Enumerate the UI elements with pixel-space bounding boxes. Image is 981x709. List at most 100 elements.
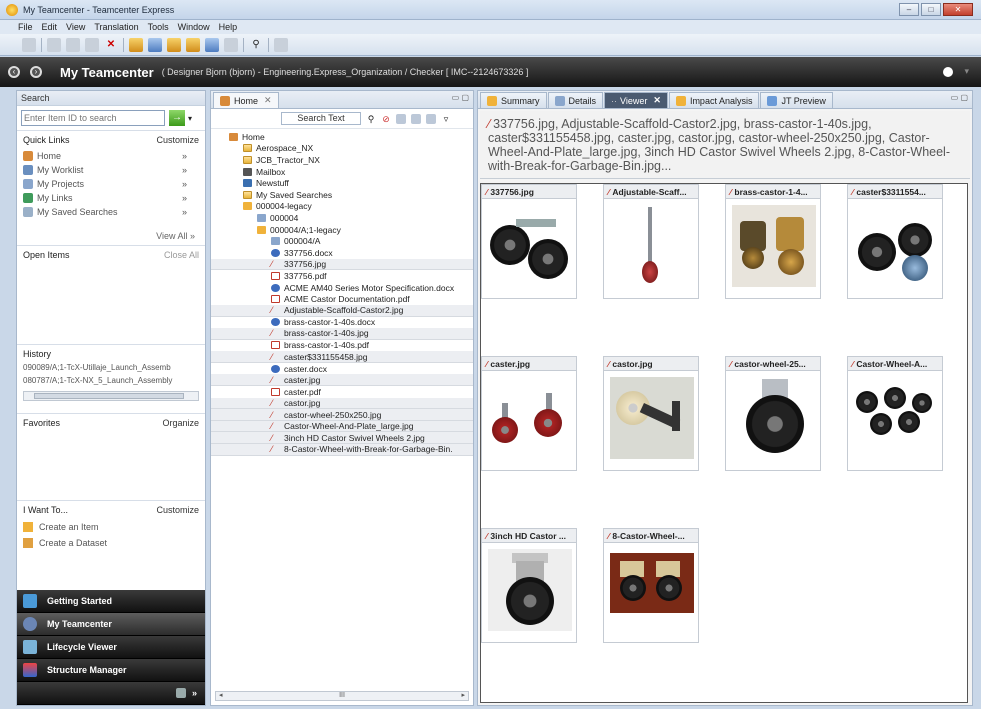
search-icon[interactable]: ⚲: [249, 38, 263, 52]
close-tab-icon[interactable]: ✕: [264, 95, 272, 106]
forward-icon[interactable]: ›: [30, 66, 42, 78]
quick-link-worklist[interactable]: My Worklist »: [17, 163, 205, 177]
expand-all-icon[interactable]: [411, 113, 421, 124]
menu-translation[interactable]: Translation: [94, 20, 138, 34]
tree-node[interactable]: 000004: [211, 212, 473, 224]
tree-node[interactable]: Aerospace_NX: [211, 143, 473, 155]
history-title[interactable]: History: [23, 349, 51, 359]
history-horizontal-scrollbar[interactable]: [23, 391, 199, 401]
new-icon[interactable]: [22, 37, 36, 52]
tab-summary[interactable]: Summary: [480, 92, 547, 108]
quick-links-customize-link[interactable]: Customize: [156, 135, 199, 145]
home-horizontal-scrollbar[interactable]: ◂ III ▸: [215, 691, 469, 701]
tree-node[interactable]: ACME Castor Documentation.pdf: [211, 293, 473, 305]
quick-link-links[interactable]: My Links »: [17, 191, 205, 205]
tree-node[interactable]: Home: [211, 131, 473, 143]
tree-node[interactable]: 000004-legacy: [211, 201, 473, 213]
close-all-link[interactable]: Close All: [164, 250, 199, 260]
tree-node[interactable]: Mailbox: [211, 166, 473, 178]
expand-arrow-icon[interactable]: »: [182, 179, 187, 189]
create-item-action[interactable]: Create an Item: [17, 519, 205, 535]
scrollbar-thumb-grip[interactable]: III: [339, 692, 345, 700]
menu-edit[interactable]: Edit: [42, 20, 58, 34]
tree-node[interactable]: JCB_Tractor_NX: [211, 154, 473, 166]
tree-node[interactable]: 337756.docx: [211, 247, 473, 259]
tree-node[interactable]: ⁄ 8-Castor-Wheel-with-Break-for-Garbage-B…: [211, 444, 473, 456]
tree-node[interactable]: ⁄ castor-wheel-250x250.jpg: [211, 409, 473, 421]
search-go-button[interactable]: →: [169, 110, 185, 126]
scroll-left-arrow-icon[interactable]: ◂: [219, 692, 223, 700]
header-menu-icon[interactable]: ▾: [964, 66, 969, 77]
expand-launcher-icon[interactable]: »: [192, 688, 197, 698]
tree-node[interactable]: My Saved Searches: [211, 189, 473, 201]
tree-node[interactable]: ⁄ caster.jpg: [211, 374, 473, 387]
tree-node[interactable]: brass-castor-1-40s.docx: [211, 317, 473, 329]
menu-file[interactable]: File: [18, 20, 33, 34]
expand-arrow-icon[interactable]: »: [182, 193, 187, 203]
view-minimize-maximize-icon[interactable]: ▭ ▢: [951, 93, 968, 102]
thumbnail-card[interactable]: ⁄ 8-Castor-Wheel-...: [603, 528, 699, 643]
tab-details[interactable]: Details: [547, 92, 604, 108]
delete-icon[interactable]: ✕: [104, 38, 118, 52]
status-indicator-icon[interactable]: [943, 67, 953, 77]
thumbnail-card[interactable]: ⁄ caster.jpg: [481, 356, 577, 471]
quick-links-title[interactable]: Quick Links: [23, 135, 70, 145]
thumbnail-card[interactable]: ⁄ castor-wheel-25...: [725, 356, 821, 471]
send-to-icon[interactable]: [205, 37, 219, 52]
tree-node[interactable]: ⁄ Castor-Wheel-And-Plate_large.jpg: [211, 420, 473, 433]
thumbnail-card[interactable]: ⁄ castor.jpg: [603, 356, 699, 471]
i-want-to-customize-link[interactable]: Customize: [156, 505, 199, 515]
tree-node[interactable]: 337756.pdf: [211, 270, 473, 282]
tree-node[interactable]: Newstuff: [211, 177, 473, 189]
tab-viewer[interactable]: ·· Viewer ✕: [604, 92, 668, 108]
search-options-chevron-icon[interactable]: ▾: [188, 114, 192, 123]
tree-node[interactable]: caster.docx: [211, 363, 473, 375]
tree-node[interactable]: caster.pdf: [211, 386, 473, 398]
close-tab-icon[interactable]: ✕: [653, 95, 661, 106]
favorites-title[interactable]: Favorites: [23, 418, 60, 428]
tree-node[interactable]: 000004/A;1-legacy: [211, 224, 473, 236]
thumbnail-card[interactable]: ⁄ 3inch HD Castor ...: [481, 528, 577, 643]
tab-jt-preview[interactable]: JT Preview: [760, 92, 833, 108]
history-item[interactable]: 090089/A;1-TcX-Utillaje_Launch_Assemb: [17, 363, 205, 376]
app-getting-started[interactable]: Getting Started: [17, 590, 205, 613]
app-structure-manager[interactable]: Structure Manager: [17, 659, 205, 682]
i-want-to-title[interactable]: I Want To...: [23, 505, 68, 515]
app-lifecycle-viewer[interactable]: Lifecycle Viewer: [17, 636, 205, 659]
configure-apps-icon[interactable]: [175, 688, 186, 698]
scrollbar-thumb[interactable]: [34, 393, 184, 399]
thumbnail-card[interactable]: ⁄ 337756.jpg: [481, 184, 577, 299]
tree-node[interactable]: ACME AM40 Series Motor Specification.doc…: [211, 282, 473, 294]
quick-link-saved-searches[interactable]: My Saved Searches »: [17, 205, 205, 219]
view-all-link[interactable]: View All »: [17, 227, 205, 245]
quick-link-projects[interactable]: My Projects »: [17, 177, 205, 191]
thumbnail-card[interactable]: ⁄ Castor-Wheel-A...: [847, 356, 943, 471]
lock-icon[interactable]: [224, 37, 238, 52]
refresh-icon[interactable]: [274, 37, 288, 52]
minimize-button[interactable]: –: [899, 3, 919, 16]
maximize-button[interactable]: □: [921, 3, 941, 16]
clear-filter-icon[interactable]: ⊘: [381, 114, 391, 124]
organize-link[interactable]: Organize: [162, 418, 199, 428]
tab-home[interactable]: Home ✕: [213, 92, 279, 108]
tree-node[interactable]: ⁄ caster$331155458.jpg: [211, 351, 473, 363]
menu-help[interactable]: Help: [219, 20, 238, 34]
tree-node[interactable]: ⁄ 337756.jpg: [211, 258, 473, 271]
copy-icon[interactable]: [66, 37, 80, 52]
app-my-teamcenter[interactable]: My Teamcenter: [17, 613, 205, 636]
history-item[interactable]: 080787/A;1-TcX-NX_5_Launch_Assembly: [17, 376, 205, 389]
tree-node[interactable]: ⁄ 3inch HD Castor Swivel Wheels 2.jpg: [211, 432, 473, 445]
search-icon[interactable]: ⚲: [366, 114, 376, 124]
view-minimize-maximize-icon[interactable]: ▭ ▢: [452, 93, 469, 102]
search-text-field[interactable]: Search Text: [281, 112, 361, 125]
open-folder-icon[interactable]: [186, 37, 200, 52]
menu-view[interactable]: View: [66, 20, 85, 34]
tree-node[interactable]: brass-castor-1-40s.pdf: [211, 340, 473, 352]
tree-node[interactable]: 000004/A: [211, 235, 473, 247]
revise-icon[interactable]: [167, 37, 181, 52]
expand-arrow-icon[interactable]: »: [182, 207, 187, 217]
quick-link-home[interactable]: Home »: [17, 149, 205, 163]
filter-icon[interactable]: [426, 113, 436, 124]
collapse-all-icon[interactable]: [396, 113, 406, 124]
paste-icon[interactable]: [85, 37, 99, 52]
